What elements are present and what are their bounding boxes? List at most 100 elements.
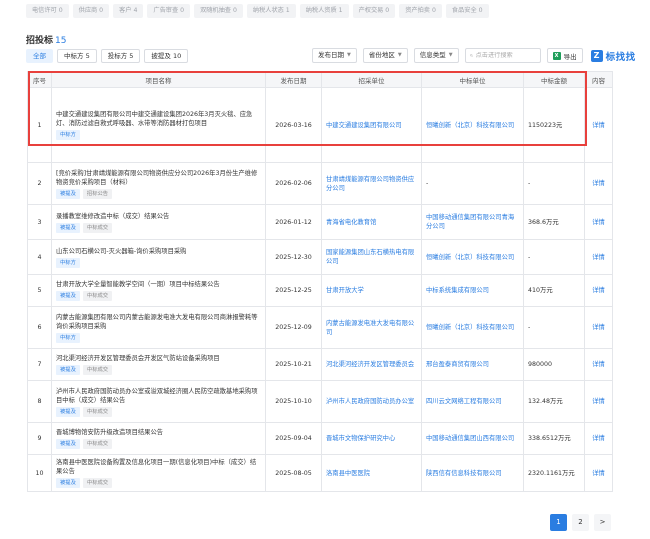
project-name-cell: 泸州市人民政府国防动员办公室或溢双城经济圈人民防空疏散基地采购项目中标（成交）结… (51, 380, 266, 423)
role-tag: 被提及 (56, 222, 80, 233)
project-name-link[interactable]: 中建交通建设集团有限公司中建交通建设集团2026年3月灭火毯、应急灯、消防过滤自… (56, 110, 261, 128)
bid-amount: 980000 (523, 348, 585, 381)
project-name-link[interactable]: 内蒙古能源集团有限公司内蒙古能源发电准大发电有限公司商淋报警耗等询价采购项目采购 (56, 313, 261, 331)
detail-link[interactable]: 详情 (584, 454, 613, 492)
project-name-cell: 河北渠河经济开发区管理委员会开发区气防站设备采购项目 被提及 中标成交 (51, 348, 266, 381)
project-name-link[interactable]: 洛南县中医医院设备购置及信息化项目一期(信息化项目)中标（成交）结果公告 (56, 458, 261, 476)
buyer-link[interactable]: 青海省电化教育馆 (321, 204, 422, 240)
buyer-link[interactable]: 洛南县中医医院 (321, 454, 422, 492)
tag-group: 被提及 中标成交 (56, 478, 261, 488)
project-name-cell: 晋城博物馆安防升级改造项目结果公告 被提及 中标成交 (51, 422, 266, 455)
buyer-link[interactable]: 甘肃开放大学 (321, 274, 422, 307)
winner-link[interactable]: 恒曦创新（北京）科技有限公司 (421, 87, 524, 163)
next-page-button[interactable]: > (594, 514, 611, 531)
table-row: 1 中建交通建设集团有限公司中建交通建设集团2026年3月灭火毯、应急灯、消防过滤… (27, 87, 613, 163)
top-tab[interactable]: 资产拍卖 0 (399, 4, 442, 18)
row-number: 3 (27, 204, 52, 240)
page-button[interactable]: 1 (550, 514, 567, 531)
filter-chip[interactable]: 披提及 10 (144, 49, 189, 63)
winner-link[interactable]: 中国移动通信集团山西有限公司 (421, 422, 524, 455)
top-tab[interactable]: 客户 4 (113, 4, 144, 18)
toolbar: 发布日期 ▼ 省份地区 ▼ 信息类型 ▼ X 导出 Z 标找找 (312, 48, 636, 63)
publish-date: 2025-10-21 (265, 348, 322, 381)
publish-date: 2025-12-30 (265, 239, 322, 275)
winner-link[interactable]: 恒曦创新（北京）科技有限公司 (421, 306, 524, 349)
role-tag: 被提及 (56, 365, 80, 375)
page-button[interactable]: 2 (572, 514, 589, 531)
filter-chip[interactable]: 全部 (26, 49, 53, 63)
tag-group: 中标方 (56, 332, 261, 343)
winner-link[interactable]: 陕西信有信息科技有限公司 (421, 454, 524, 492)
project-name-link[interactable]: 山东公司石横公司-灭火器箱-询价采购项目采购 (56, 247, 261, 256)
project-name-link[interactable]: 甘肃开放大学全量智能教学空间（一期）项目中标结果公告 (56, 280, 261, 289)
detail-link[interactable]: 详情 (584, 380, 613, 423)
detail-link[interactable]: 详情 (584, 239, 613, 275)
table-row: 10 洛南县中医医院设备购置及信息化项目一期(信息化项目)中标（成交）结果公告被提… (27, 454, 613, 492)
project-name-link[interactable]: 录播教室维修改造中标（成交）结果公告 (56, 212, 261, 221)
detail-link[interactable]: 详情 (584, 162, 613, 205)
export-button[interactable]: X 导出 (546, 48, 583, 63)
search-input[interactable] (475, 52, 536, 59)
tag-group: 被提及 中标成交 (56, 439, 261, 449)
top-tab[interactable]: 食品安全 0 (445, 4, 489, 18)
date-filter-dropdown[interactable]: 发布日期 ▼ (312, 48, 357, 63)
project-name-cell: [竞价采购]甘肃靖煤能源有限公司物资供应分公司2026年3月份生产维修物资竞价采… (51, 162, 266, 205)
winner-link[interactable]: 恒曦创新（北京）科技有限公司 (421, 239, 524, 275)
publish-date: 2026-01-12 (265, 204, 322, 240)
project-name-link[interactable]: [竞价采购]甘肃靖煤能源有限公司物资供应分公司2026年3月份生产维修物资竞价采… (56, 169, 261, 187)
project-name-link[interactable]: 泸州市人民政府国防动员办公室或溢双城经济圈人民防空疏散基地采购项目中标（成交）结… (56, 387, 261, 405)
publish-date: 2025-08-05 (265, 454, 322, 492)
bid-amount: 132.48万元 (523, 380, 585, 423)
winner-link[interactable]: 中标系统集成有限公司 (421, 274, 524, 307)
buyer-link[interactable]: 河北渠河经济开发区管理委员会 (321, 348, 422, 381)
role-tag: 中标方 (56, 257, 80, 268)
role-tag: 被提及 (56, 478, 80, 488)
buyer-link[interactable]: 甘肃靖煤能源有限公司物资供应分公司 (321, 162, 422, 205)
top-tabs: 电信许可 0 供应商 0 客户 4 广告审查 0 双随机抽查 0 纳税人状态 1 纳税人资质… (0, 0, 650, 22)
top-tab[interactable]: 双随机抽查 0 (194, 4, 243, 18)
role-tag: 中标成交 (82, 406, 113, 417)
buyer-link[interactable]: 国家能源集团山东石横热电有限公司 (321, 239, 422, 275)
winner-link[interactable]: 邢台盈泰商贸有限公司 (421, 348, 524, 381)
top-tab[interactable]: 广告审查 0 (147, 4, 191, 18)
winner-link[interactable]: 中国移动通信集团有限公司青海分公司 (421, 204, 524, 240)
role-tag: 招标公告 (82, 188, 113, 199)
project-name-link[interactable]: 河北渠河经济开发区管理委员会开发区气防站设备采购项目 (56, 354, 261, 363)
table-row: 5 甘肃开放大学全量智能教学空间（一期）项目中标结果公告 被提及 中标成交 2025-1… (27, 274, 613, 307)
row-number: 6 (27, 306, 52, 349)
top-tab[interactable]: 供应商 0 (72, 4, 110, 18)
buyer-link[interactable]: 内蒙古能源发电准大发电有限公司 (321, 306, 422, 349)
tag-group: 中标方 (56, 257, 261, 268)
table-row: 3 录播教室维修改造中标（成交）结果公告 被提及 中标成交 2026-01-12 青海省电… (27, 204, 613, 240)
role-tag: 被提及 (56, 188, 80, 199)
role-tag: 中标成交 (82, 365, 113, 375)
row-number: 10 (27, 454, 52, 492)
top-tab[interactable]: 产权交易 0 (352, 4, 396, 18)
buyer-link[interactable]: 中建交通建设集团有限公司 (321, 87, 422, 163)
region-filter-dropdown[interactable]: 省份地区 ▼ (362, 48, 408, 63)
brand-name: 标找找 (605, 51, 636, 63)
row-number: 1 (27, 87, 52, 163)
detail-link[interactable]: 详情 (584, 274, 613, 307)
project-name-link[interactable]: 晋城博物馆安防升级改造项目结果公告 (56, 428, 261, 437)
detail-link[interactable]: 详情 (584, 306, 613, 349)
top-tab[interactable]: 纳税人资质 1 (299, 4, 349, 18)
detail-link[interactable]: 详情 (584, 422, 613, 455)
buyer-link[interactable]: 晋城市文物保护研究中心 (321, 422, 422, 455)
tag-group: 被提及 中标成交 (56, 291, 261, 301)
type-filter-dropdown[interactable]: 信息类型 ▼ (413, 48, 459, 63)
filter-chip[interactable]: 投标方 5 (100, 49, 141, 63)
top-tab[interactable]: 电信许可 0 (26, 4, 69, 18)
bid-amount: 368.6万元 (523, 204, 585, 240)
detail-link[interactable]: 详情 (584, 87, 613, 163)
brand-icon: Z (590, 49, 603, 62)
bid-table: 序号 项目名称 发布日期 招采单位 中标单位 中标金额 内容 1 中建交通建设集团有限公司中建… (27, 71, 613, 492)
filter-chip[interactable]: 中标方 5 (57, 49, 97, 63)
winner-link[interactable]: 四川云文网络工程有限公司 (421, 380, 524, 423)
detail-link[interactable]: 详情 (584, 204, 613, 240)
buyer-link[interactable]: 泸州市人民政府国防动员办公室 (321, 380, 422, 423)
row-number: 8 (27, 380, 52, 423)
detail-link[interactable]: 详情 (584, 348, 613, 381)
bid-amount: 410万元 (523, 274, 585, 307)
top-tab[interactable]: 纳税人状态 1 (246, 4, 296, 18)
